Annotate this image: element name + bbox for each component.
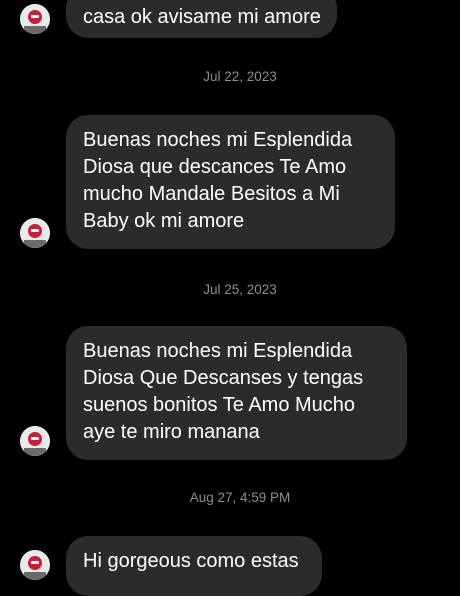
message-text: aye te miro manana <box>83 421 260 443</box>
message-bubble[interactable]: Hi gorgeous como estas <box>66 536 322 596</box>
message-bubble[interactable]: Buenas noches mi Esplendida Diosa Que De… <box>66 326 407 460</box>
profile-picture-icon <box>20 550 50 580</box>
message-text: Hi gorgeous como estas <box>83 550 299 572</box>
message-text: Diosa Que Descanses y tengas <box>83 367 364 389</box>
avatar[interactable] <box>20 4 50 34</box>
profile-picture-icon <box>20 218 50 248</box>
date-separator: Jul 25, 2023 <box>203 282 277 297</box>
message-text: Buenas noches mi Esplendida <box>83 340 353 362</box>
message-text: casa ok avisame mi amore <box>83 6 321 28</box>
message-text: suenos bonitos Te Amo Mucho <box>83 394 356 416</box>
profile-picture-icon <box>20 426 50 456</box>
avatar[interactable] <box>20 218 50 248</box>
avatar[interactable] <box>20 550 50 580</box>
message-bubble[interactable]: Buenas noches mi Esplendida Diosa que de… <box>66 115 395 249</box>
message-text: mucho Mandale Besitos a Mi <box>83 183 340 205</box>
message-bubble[interactable]: casa ok avisame mi amore <box>66 0 337 38</box>
avatar[interactable] <box>20 426 50 456</box>
message-text: Diosa que descances Te Amo <box>83 156 347 178</box>
message-text: Buenas noches mi Esplendida <box>83 129 353 151</box>
date-separator: Jul 22, 2023 <box>203 69 277 84</box>
profile-picture-icon <box>20 4 50 34</box>
message-text: Baby ok mi amore <box>83 210 245 232</box>
date-separator: Aug 27, 4:59 PM <box>189 490 291 505</box>
